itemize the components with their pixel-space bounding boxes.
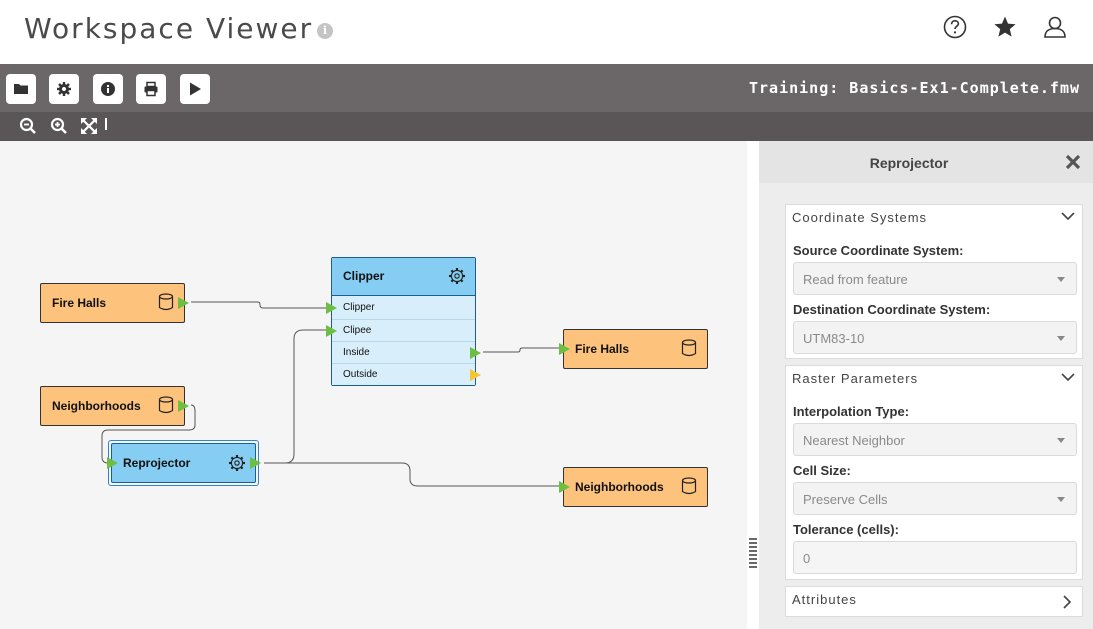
port-label: Outside	[343, 369, 378, 380]
interpolation-type-select[interactable]: Nearest Neighbor	[793, 423, 1077, 456]
input-port[interactable]	[326, 325, 337, 337]
workspace-viewer-app: Workspace Viewer i Training: Basics-Ex1-…	[0, 0, 1093, 629]
port-label: Clipper	[343, 302, 375, 313]
input-port[interactable]	[559, 481, 570, 493]
info-icon	[101, 82, 115, 96]
node-fire-halls-reader[interactable]: Fire Halls	[40, 283, 189, 323]
workspace-canvas[interactable]: Fire Halls Neighborhoods Reprojector Cli…	[0, 141, 747, 629]
output-port[interactable]	[470, 369, 481, 381]
select-value: Preserve Cells	[803, 492, 888, 507]
caret-down-icon	[1057, 497, 1065, 502]
field-label: Interpolation Type:	[793, 404, 910, 419]
node-neighborhoods-writer[interactable]: Neighborhoods	[559, 467, 708, 507]
section-title[interactable]: Raster Parameters	[792, 371, 918, 386]
node-reprojector[interactable]: Reprojector	[107, 443, 261, 483]
field-label: Tolerance (cells):	[793, 522, 899, 537]
link-reprojector-neighborhoods	[264, 462, 560, 487]
section-title[interactable]: Coordinate Systems	[792, 210, 927, 225]
folder-icon	[14, 84, 28, 94]
link-inside-firehalls	[483, 347, 560, 353]
port-label: Clipee	[343, 325, 372, 336]
zoom-bar	[0, 112, 1093, 141]
node-label: Neighborhoods	[575, 480, 664, 494]
caret-down-icon	[1057, 277, 1065, 282]
play-icon	[190, 82, 201, 96]
settings-button[interactable]	[49, 74, 79, 104]
input-port[interactable]	[559, 343, 570, 355]
input-value: 0	[803, 551, 811, 566]
section-attributes[interactable]: Attributes	[785, 586, 1083, 617]
database-icon	[158, 396, 174, 414]
node-fire-halls-writer[interactable]: Fire Halls	[559, 329, 708, 369]
link-reprojector-clipee	[264, 329, 326, 464]
port-row-inside: Inside	[332, 341, 481, 363]
app-header: Workspace Viewer i	[0, 0, 1093, 64]
gear-icon[interactable]	[228, 454, 246, 472]
toolbar-divider	[105, 118, 107, 130]
cell-size-select[interactable]: Preserve Cells	[793, 482, 1077, 515]
database-icon	[158, 293, 174, 311]
link-firehalls-clipper	[191, 301, 326, 309]
zoom-out-icon[interactable]	[19, 117, 37, 135]
section-title[interactable]: Attributes	[792, 592, 857, 607]
tolerance-input[interactable]: 0	[793, 541, 1077, 574]
panel-resize-handle[interactable]	[748, 537, 758, 571]
help-icon[interactable]	[942, 14, 968, 40]
info-icon[interactable]: i	[317, 23, 333, 39]
input-port[interactable]	[326, 302, 337, 314]
open-button[interactable]	[6, 74, 36, 104]
node-label: Clipper	[343, 269, 385, 283]
star-icon[interactable]	[992, 14, 1018, 40]
select-value: UTM83-10	[803, 331, 865, 346]
node-label: Reprojector	[123, 456, 191, 470]
output-port[interactable]	[178, 297, 189, 309]
output-port[interactable]	[470, 347, 481, 359]
chevron-right-icon[interactable]	[1061, 594, 1073, 610]
print-button[interactable]	[136, 74, 166, 104]
user-icon[interactable]	[1042, 14, 1068, 40]
parameters-panel: Reprojector Coordinate Systems Source Co…	[759, 141, 1093, 629]
caret-down-icon	[1057, 336, 1065, 341]
port-label: Inside	[343, 347, 370, 358]
port-row-outside: Outside	[332, 363, 481, 385]
source-coordinate-select[interactable]: Read from feature	[793, 262, 1077, 295]
input-port[interactable]	[107, 457, 118, 469]
print-icon	[144, 81, 158, 97]
info-button[interactable]	[93, 74, 123, 104]
field-label: Cell Size:	[793, 463, 851, 478]
gear-icon[interactable]	[448, 267, 466, 285]
chevron-down-icon[interactable]	[1060, 210, 1076, 222]
clipper-header: Clipper	[332, 258, 475, 296]
fit-view-icon[interactable]	[80, 117, 98, 135]
output-port[interactable]	[178, 400, 189, 412]
port-row-clipee: Clipee	[326, 319, 475, 341]
database-icon	[681, 339, 697, 357]
node-neighborhoods-reader[interactable]: Neighborhoods	[40, 386, 189, 426]
node-label: Neighborhoods	[52, 399, 141, 413]
node-label: Fire Halls	[575, 342, 630, 356]
node-clipper[interactable]: Clipper Clipper Clipee Inside Outside	[326, 257, 481, 386]
panel-header: Reprojector	[759, 141, 1093, 183]
panel-title: Reprojector	[869, 155, 949, 171]
database-icon	[681, 477, 697, 495]
field-label: Destination Coordinate System:	[793, 302, 991, 317]
workspace-name: Training: Basics-Ex1-Complete.fmw	[748, 79, 1080, 97]
zoom-in-icon[interactable]	[50, 117, 68, 135]
caret-down-icon	[1057, 438, 1065, 443]
run-button[interactable]	[180, 74, 210, 104]
main-toolbar: Training: Basics-Ex1-Complete.fmw	[0, 64, 1093, 112]
port-row-clipper: Clipper	[326, 297, 475, 319]
select-value: Read from feature	[803, 272, 908, 287]
page-title: Workspace Viewer	[24, 12, 314, 45]
section-raster-parameters: Raster Parameters Interpolation Type: Ne…	[785, 365, 1083, 580]
select-value: Nearest Neighbor	[803, 433, 905, 448]
output-port[interactable]	[250, 457, 261, 469]
gear-icon	[57, 82, 71, 96]
close-icon[interactable]	[1063, 152, 1083, 172]
node-label: Fire Halls	[52, 296, 107, 310]
destination-coordinate-select[interactable]: UTM83-10	[793, 321, 1077, 354]
field-label: Source Coordinate System:	[793, 243, 964, 258]
section-coordinate-systems: Coordinate Systems Source Coordinate Sys…	[785, 204, 1083, 359]
chevron-down-icon[interactable]	[1060, 371, 1076, 383]
